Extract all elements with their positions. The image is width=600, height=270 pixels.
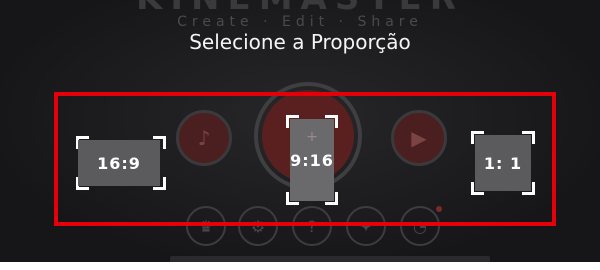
ratio-option-16-9[interactable]: 16:9: [76, 136, 166, 190]
ratio-label: 1: 1: [475, 135, 531, 191]
plus-icon: +: [306, 129, 318, 145]
ratio-option-9-16[interactable]: 9:16 +: [286, 115, 338, 205]
ratio-option-1-1[interactable]: 1: 1: [471, 131, 535, 195]
background-tagline: Create · Edit · Share: [177, 14, 423, 30]
background-bottom-bar: [170, 256, 490, 262]
dialog-title: Selecione a Proporção: [189, 30, 411, 54]
ratio-label: 16:9: [78, 140, 160, 186]
app-screen: KINEMASTER Create · Edit · Share ♪ ▶ ♛ ⚙…: [0, 0, 600, 262]
